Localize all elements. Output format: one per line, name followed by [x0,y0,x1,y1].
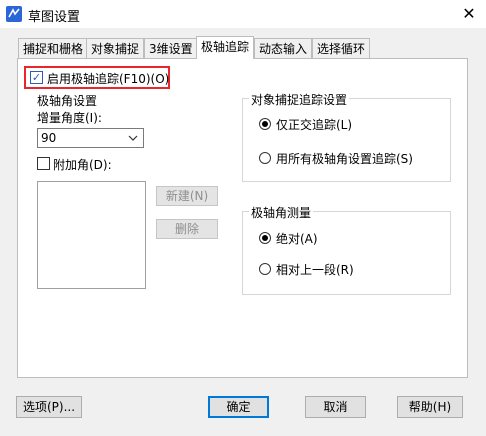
tab-dynamic-input[interactable]: 动态输入 [254,38,313,58]
ok-button[interactable]: 确定 [208,396,269,418]
delete-button[interactable]: 删除 [156,219,218,239]
help-button[interactable]: 帮助(H) [397,396,463,418]
relative-radio[interactable] [259,263,271,275]
additional-angle-checkbox[interactable] [37,157,50,170]
window-title: 草图设置 [28,10,81,25]
chevron-down-icon [127,132,139,147]
angle-group-title: 极轴角设置 [37,94,98,108]
tab-object-snap[interactable]: 对象捕捉 [86,38,145,58]
increment-value: 90 [41,131,57,145]
enable-polar-label: 启用极轴追踪(F10)(O) [47,72,170,86]
close-icon[interactable]: ✕ [458,3,480,25]
new-button[interactable]: 新建(N) [156,186,218,206]
options-button[interactable]: 选项(P)... [16,396,82,418]
ortho-tracking-label: 仅正交追踪(L) [276,118,353,132]
relative-label: 相对上一段(R) [276,263,354,277]
tab-selection-cycling[interactable]: 选择循环 [312,38,371,58]
additional-angle-list[interactable] [37,181,146,289]
increment-label: 增量角度(I): [37,111,102,125]
increment-select[interactable]: 90 [37,128,144,148]
snap-tracking-group [242,98,451,182]
measurement-group [242,211,451,295]
snap-tracking-title: 对象捕捉追踪设置 [249,91,350,108]
absolute-radio[interactable] [259,232,271,244]
enable-polar-checkbox[interactable]: ✓ [30,71,43,84]
app-icon [6,6,22,22]
cancel-button[interactable]: 取消 [305,396,366,418]
tab-snap-grid[interactable]: 捕捉和栅格 [18,38,89,58]
ortho-tracking-radio[interactable] [259,118,271,130]
measurement-title: 极轴角测量 [249,204,314,221]
additional-angle-label: 附加角(D): [53,158,112,172]
all-polar-tracking-radio[interactable] [259,152,271,164]
absolute-label: 绝对(A) [276,232,318,246]
title-bar: 草图设置 ✕ [0,0,486,28]
tab-3d-settings[interactable]: 3维设置 [144,38,198,58]
all-polar-tracking-label: 用所有极轴角设置追踪(S) [276,152,413,166]
tab-polar-tracking[interactable]: 极轴追踪 [196,36,255,59]
